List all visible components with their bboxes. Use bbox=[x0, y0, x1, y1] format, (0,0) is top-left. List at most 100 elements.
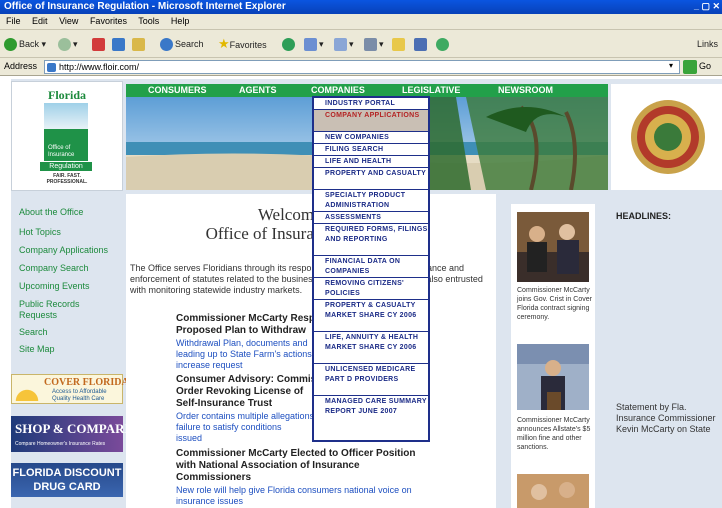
go-button[interactable]: Go bbox=[699, 61, 711, 71]
refresh-button[interactable] bbox=[112, 36, 127, 52]
mail-icon bbox=[334, 38, 347, 52]
news-3-summary[interactable]: New role will help give Florida consumer… bbox=[176, 485, 412, 496]
menu-item-medicare-part-d[interactable]: UNLICENSED MEDICARE PART D PROVIDERS bbox=[314, 364, 428, 396]
left-nav-upcoming-events[interactable]: Upcoming Events bbox=[19, 281, 90, 292]
sun-icon bbox=[14, 377, 40, 401]
menu-item-life-and-health[interactable]: LIFE AND HEALTH bbox=[314, 156, 428, 168]
page-icon bbox=[47, 63, 56, 72]
menu-bar: File Edit View Favorites Tools Help bbox=[0, 14, 722, 30]
logo-tagline2: PROFESSIONAL. bbox=[46, 179, 88, 185]
nav-newsroom[interactable]: NEWSROOM bbox=[498, 84, 553, 97]
browser-toolbar: Back ▾ ▾ Search ★Favorites ▾ ▾ ▾ Links bbox=[0, 30, 722, 58]
address-bar: Address http://www.floir.com/ ▾ Go bbox=[0, 58, 722, 76]
print-button[interactable]: ▾ bbox=[364, 36, 384, 52]
nav-agents[interactable]: AGENTS bbox=[239, 84, 277, 97]
home-button[interactable] bbox=[132, 36, 147, 52]
menu-item-assessments[interactable]: ASSESSMENTS bbox=[314, 212, 428, 224]
news-2-summary-3[interactable]: issued bbox=[176, 433, 202, 444]
media-button[interactable] bbox=[282, 36, 297, 52]
menu-item-pc-market-share[interactable]: PROPERTY & CASUALTY MARKET SHARE CY 2006 bbox=[314, 300, 428, 332]
search-button[interactable]: Search bbox=[160, 36, 204, 52]
menu-item-property-casualty[interactable]: PROPERTY AND CASUALTY bbox=[314, 168, 428, 190]
favorites-button[interactable]: ★Favorites bbox=[218, 36, 267, 52]
logo-line3: Regulation bbox=[40, 162, 92, 171]
signing-ceremony-photo[interactable] bbox=[517, 212, 589, 282]
menu-item-specialty-product[interactable]: SPECIALTY PRODUCT ADMINISTRATION bbox=[314, 190, 428, 212]
left-nav-site-map[interactable]: Site Map bbox=[19, 344, 55, 355]
left-nav-company-applications[interactable]: Company Applications bbox=[19, 245, 108, 256]
menu-item-financial-data[interactable]: FINANCIAL DATA ON COMPANIES bbox=[314, 256, 428, 278]
menu-edit[interactable]: Edit bbox=[32, 16, 48, 26]
menu-view[interactable]: View bbox=[59, 16, 78, 26]
news-1-summary-2[interactable]: leading up to State Farm's actions bbox=[176, 349, 312, 360]
left-nav-public-records[interactable]: Public Records Requests bbox=[19, 299, 99, 321]
research-icon bbox=[414, 38, 427, 52]
main-content: Welcome to the Office of Insurance Regul… bbox=[126, 194, 496, 508]
history-icon bbox=[304, 38, 317, 52]
announcement-photo[interactable] bbox=[517, 344, 589, 410]
news-2-summary-2[interactable]: failure to satisfy conditions bbox=[176, 422, 282, 433]
news-2-headline-3[interactable]: Self-Insurance Trust bbox=[176, 398, 272, 410]
palm-tree-icon: Office of Insurance bbox=[44, 103, 88, 161]
news-3-headline-3[interactable]: Commissioners bbox=[176, 472, 251, 484]
star-icon: ★ bbox=[218, 36, 230, 51]
window-title: Office of Insurance Regulation - Microso… bbox=[4, 1, 286, 12]
discount-drug-card-banner[interactable]: FLORIDA DISCOUNT DRUG CARD bbox=[11, 463, 123, 497]
photo-column: Commissioner McCarty joins Gov. Crist in… bbox=[511, 204, 595, 508]
folder-button[interactable] bbox=[392, 36, 407, 52]
window-controls[interactable]: _ ▢ ✕ bbox=[694, 1, 720, 12]
folder-icon bbox=[392, 38, 405, 52]
news-3-summary-2[interactable]: insurance issues bbox=[176, 496, 243, 507]
news-1-headline-2[interactable]: Proposed Plan to Withdraw bbox=[176, 325, 306, 337]
messenger-button[interactable] bbox=[436, 36, 451, 52]
news-1-summary[interactable]: Withdrawal Plan, documents and bbox=[176, 338, 308, 349]
companies-dropdown-menu: INDUSTRY PORTAL COMPANY APPLICATIONS NEW… bbox=[312, 96, 430, 442]
research-button[interactable] bbox=[414, 36, 429, 52]
go-arrow-icon[interactable] bbox=[683, 60, 697, 74]
state-seal-icon bbox=[631, 100, 705, 174]
news-3-headline[interactable]: Commissioner McCarty Elected to Officer … bbox=[176, 448, 416, 460]
links-label[interactable]: Links bbox=[697, 36, 718, 52]
left-nav-hot-topics[interactable]: Hot Topics bbox=[19, 227, 61, 238]
menu-item-removing-citizens[interactable]: REMOVING CITIZENS' POLICIES bbox=[314, 278, 428, 300]
welcome-heading-1: Welcome to the bbox=[257, 205, 365, 224]
news-3-headline-2[interactable]: with National Association of Insurance bbox=[176, 460, 360, 472]
home-icon bbox=[132, 38, 145, 52]
menu-file[interactable]: File bbox=[6, 16, 21, 26]
mail-button[interactable]: ▾ bbox=[334, 36, 354, 52]
back-button[interactable]: Back ▾ bbox=[4, 36, 46, 52]
forward-button[interactable]: ▾ bbox=[58, 36, 78, 52]
third-news-photo[interactable] bbox=[517, 474, 589, 508]
search-icon bbox=[160, 38, 173, 52]
menu-item-new-companies[interactable]: NEW COMPANIES bbox=[314, 132, 428, 144]
photo-1-caption: Commissioner McCarty joins Gov. Crist in… bbox=[517, 287, 592, 321]
address-dropdown-icon[interactable]: ▾ bbox=[669, 61, 673, 70]
cover-florida-banner[interactable]: COVER FLORIDA Access to Affordable Quali… bbox=[11, 374, 129, 404]
menu-item-life-health-market-share[interactable]: LIFE, ANNUITY & HEALTH MARKET SHARE CY 2… bbox=[314, 332, 428, 364]
news-2-headline-2[interactable]: Order Revoking License of bbox=[176, 386, 303, 398]
menu-item-required-forms[interactable]: REQUIRED FORMS, FILINGS AND REPORTING bbox=[314, 224, 428, 256]
history-button[interactable]: ▾ bbox=[304, 36, 324, 52]
menu-help[interactable]: Help bbox=[171, 16, 190, 26]
left-nav-search[interactable]: Search bbox=[19, 327, 48, 338]
oir-logo[interactable]: Florida Office of Insurance Regulation F… bbox=[11, 81, 123, 191]
news-2-summary[interactable]: Order contains multiple allegations bbox=[176, 411, 314, 422]
headline-statement[interactable]: Statement by Fla. Insurance Commissioner… bbox=[616, 402, 716, 435]
menu-item-industry-portal[interactable]: INDUSTRY PORTAL bbox=[314, 98, 428, 110]
menu-tools[interactable]: Tools bbox=[138, 16, 159, 26]
menu-item-filing-search[interactable]: FILING SEARCH bbox=[314, 144, 428, 156]
menu-item-company-applications[interactable]: COMPANY APPLICATIONS bbox=[314, 110, 428, 132]
logo-state: Florida bbox=[48, 88, 86, 102]
menu-favorites[interactable]: Favorites bbox=[90, 16, 127, 26]
menu-item-managed-care-report[interactable]: MANAGED CARE SUMMARY REPORT JUNE 2007 bbox=[314, 396, 428, 428]
left-nav: About the Office Hot Topics Company Appl… bbox=[11, 194, 123, 394]
stop-icon bbox=[92, 38, 105, 52]
left-nav-company-search[interactable]: Company Search bbox=[19, 263, 89, 274]
left-nav-about[interactable]: About the Office bbox=[19, 207, 83, 218]
news-1-summary-3[interactable]: increase request bbox=[176, 360, 243, 371]
shop-and-compare-banner[interactable]: SHOP & COMPARE Compare Homeowner's Insur… bbox=[11, 416, 133, 452]
back-arrow-icon bbox=[4, 38, 17, 52]
address-input[interactable]: http://www.floir.com/ bbox=[44, 60, 680, 74]
nav-consumers[interactable]: CONSUMERS bbox=[148, 84, 207, 97]
stop-button[interactable] bbox=[92, 36, 107, 52]
